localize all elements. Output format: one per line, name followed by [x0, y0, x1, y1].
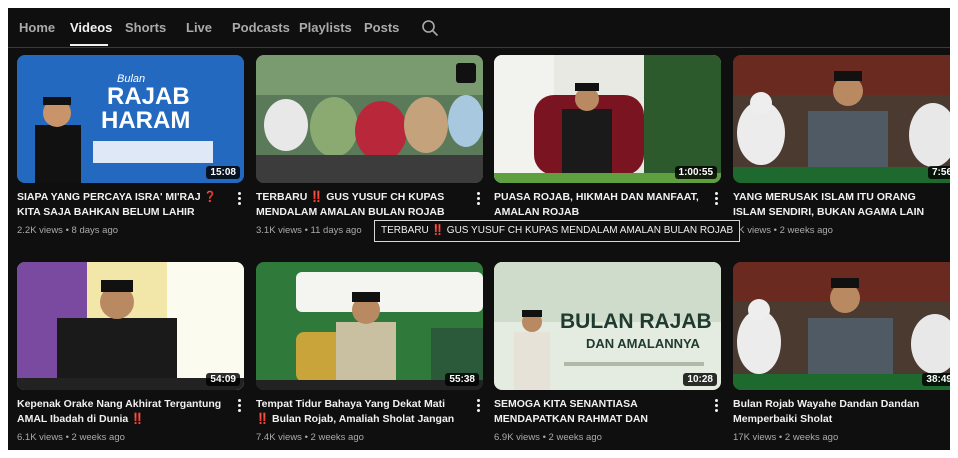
video-title[interactable]: SEMOGA KITA SENANTIASA MENDAPATKAN RAHMA…: [494, 397, 699, 427]
video-title[interactable]: SIAPA YANG PERCAYA ISRA' MI'RAJ ❓ KITA S…: [17, 190, 222, 220]
thumbnail-text: BULAN RAJAB: [560, 310, 712, 333]
more-options-icon[interactable]: [234, 398, 244, 412]
video-title[interactable]: Kepenak Orake Nang Akhirat Tergantung AM…: [17, 397, 222, 427]
tab-posts[interactable]: Posts: [364, 20, 399, 35]
video-card[interactable]: BULAN RAJAB DAN AMALANNYA 10:28 SEMOGA K…: [494, 262, 721, 450]
channel-tabs: Home Videos Shorts Live Podcasts Playlis…: [8, 8, 950, 48]
video-title[interactable]: PUASA ROJAB, HIKMAH DAN MANFAAT, AMALAN …: [494, 190, 699, 220]
video-title[interactable]: TERBARU ‼️ GUS YUSUF CH KUPAS MENDALAM A…: [256, 190, 461, 220]
video-thumbnail[interactable]: Bulan RAJAB HARAM 15:08: [17, 55, 244, 183]
video-thumbnail[interactable]: 7:56: [733, 55, 950, 183]
more-options-icon[interactable]: [473, 398, 483, 412]
video-title[interactable]: Bulan Rojab Wayahe Dandan Dandan Memperb…: [733, 397, 938, 427]
video-card[interactable]: 38:49 Bulan Rojab Wayahe Dandan Dandan M…: [733, 262, 950, 450]
thumbnail-text: DAN AMALANNYA: [586, 336, 700, 351]
video-meta: 7.4K views • 2 weeks ago: [256, 432, 364, 443]
tab-home[interactable]: Home: [19, 20, 55, 35]
video-meta: 6.1K views • 2 weeks ago: [17, 432, 125, 443]
video-card[interactable]: 7:56 YANG MERUSAK ISLAM ITU ORANG ISLAM …: [733, 55, 950, 245]
tab-videos[interactable]: Videos: [70, 20, 112, 35]
search-icon[interactable]: [421, 19, 439, 37]
thumbnail-image: [256, 55, 483, 183]
video-meta: 3K views • 2 weeks ago: [733, 225, 833, 236]
video-thumbnail[interactable]: BULAN RAJAB DAN AMALANNYA 10:28: [494, 262, 721, 390]
video-title[interactable]: Tempat Tidur Bahaya Yang Dekat Mati ‼️ B…: [256, 397, 461, 427]
video-meta: 17K views • 2 weeks ago: [733, 432, 839, 443]
channel-page: Home Videos Shorts Live Podcasts Playlis…: [8, 8, 950, 450]
video-duration: 15:08: [206, 166, 240, 179]
video-title[interactable]: YANG MERUSAK ISLAM ITU ORANG ISLAM SENDI…: [733, 190, 938, 220]
video-duration: 38:49: [922, 373, 950, 386]
thumbnail-image: [733, 262, 950, 390]
more-options-icon[interactable]: [234, 191, 244, 205]
tab-podcasts[interactable]: Podcasts: [232, 20, 290, 35]
video-card[interactable]: 54:09 Kepenak Orake Nang Akhirat Tergant…: [17, 262, 244, 450]
thumbnail-image: [256, 262, 483, 390]
title-tooltip: TERBARU ‼️ GUS YUSUF CH KUPAS MENDALAM A…: [374, 220, 741, 242]
thumbnail-image: [17, 262, 244, 390]
video-thumbnail[interactable]: 55:38: [256, 262, 483, 390]
video-thumbnail[interactable]: [256, 55, 483, 183]
more-options-icon[interactable]: [473, 191, 483, 205]
tab-live[interactable]: Live: [186, 20, 212, 35]
tabs-divider: [8, 47, 950, 48]
video-card[interactable]: 1:00:55 PUASA ROJAB, HIKMAH DAN MANFAAT,…: [494, 55, 721, 245]
thumbnail-image: [733, 55, 950, 183]
video-card[interactable]: TERBARU ‼️ GUS YUSUF CH KUPAS MENDALAM A…: [256, 55, 483, 245]
more-options-icon[interactable]: [711, 191, 721, 205]
video-meta: 2.2K views • 8 days ago: [17, 225, 119, 236]
video-duration: 55:38: [445, 373, 479, 386]
tab-shorts[interactable]: Shorts: [125, 20, 166, 35]
more-options-icon[interactable]: [711, 398, 721, 412]
video-duration: 7:56: [927, 166, 950, 179]
tab-playlists[interactable]: Playlists: [299, 20, 352, 35]
video-duration: 54:09: [206, 373, 240, 386]
video-duration: 1:00:55: [674, 166, 717, 179]
video-thumbnail[interactable]: 54:09: [17, 262, 244, 390]
thumbnail-image: [494, 55, 721, 183]
video-card[interactable]: Bulan RAJAB HARAM 15:08 SIAPA YANG PERCA…: [17, 55, 244, 245]
video-meta: 6.9K views • 2 weeks ago: [494, 432, 602, 443]
video-thumbnail[interactable]: 38:49: [733, 262, 950, 390]
video-thumbnail[interactable]: 1:00:55: [494, 55, 721, 183]
active-tab-indicator: [70, 44, 108, 46]
thumbnail-text: HARAM: [101, 107, 191, 134]
video-duration: 10:28: [683, 373, 717, 386]
video-card[interactable]: 55:38 Tempat Tidur Bahaya Yang Dekat Mat…: [256, 262, 483, 450]
